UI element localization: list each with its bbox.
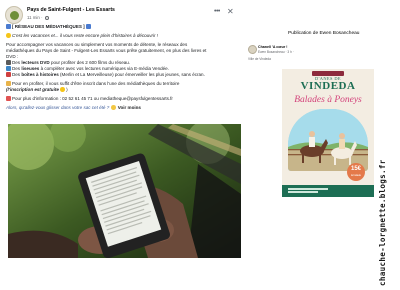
- dvd-player-emoji-icon: [6, 60, 11, 65]
- books-emoji-icon: [85, 24, 91, 29]
- ereader-emoji-icon: [6, 66, 11, 71]
- post-closing: Alors, qu'allez-vous glisser dans votre …: [6, 105, 141, 110]
- phone-emoji-icon: [6, 96, 11, 101]
- reading-ereader-photo: [8, 124, 241, 258]
- post-paragraph: médiathèques du Pays de Saint - Fulgent-…: [6, 48, 207, 53]
- sun-emoji-icon: [6, 33, 11, 38]
- story-box-emoji-icon: [6, 72, 11, 77]
- poster-city: VINDEDA: [300, 80, 356, 92]
- poster-script-title: Balades à Poneys: [294, 95, 362, 105]
- post-photo[interactable]: [8, 124, 241, 258]
- close-icon[interactable]: ✕: [227, 7, 234, 16]
- panel-title: Publication de Ewen Bosancheau: [288, 31, 360, 36]
- post-author[interactable]: Pays de Saint-Fulgent - Les Essarts: [27, 7, 115, 13]
- post-meta: 11 min ·: [27, 15, 49, 20]
- price-badge: 15€ la balade: [347, 163, 365, 181]
- smile-emoji-icon: [60, 87, 66, 92]
- page-avatar[interactable]: [5, 6, 23, 24]
- see-less-link[interactable]: Voir moins: [118, 105, 141, 110]
- books-emoji-icon: [6, 24, 11, 29]
- ponies-illustration: [288, 109, 368, 171]
- shared-post-meta: Ewen Bosancheau · 3 h ·: [258, 50, 294, 54]
- eyes-emoji-icon: [110, 105, 116, 110]
- shared-post-avatar[interactable]: [248, 45, 257, 54]
- poster-footer: [282, 185, 374, 197]
- shared-post-reference[interactable]: Ville de Vindeda: [248, 57, 271, 61]
- post-time[interactable]: 11 min: [27, 15, 40, 20]
- globe-icon: [44, 15, 49, 20]
- more-horizontal-icon[interactable]: •••: [214, 8, 220, 15]
- post-header: Pays de Saint-Fulgent - Les Essarts 11 m…: [3, 4, 241, 26]
- shared-post-author[interactable]: Chanell 'A cœur !: [258, 45, 287, 49]
- poster-pony-illustration: [288, 109, 368, 171]
- post-text: [ RÉSEAU DES MÉDIATHÈQUES ] C'est les va…: [6, 24, 240, 111]
- pony-ride-poster[interactable]: D'ANES DE VINDEDA Balades à Poneys 15€ l…: [282, 69, 374, 197]
- pointing-emoji-icon: [6, 81, 11, 86]
- blog-watermark: chauche-lorgnette.blogs.fr: [378, 159, 387, 286]
